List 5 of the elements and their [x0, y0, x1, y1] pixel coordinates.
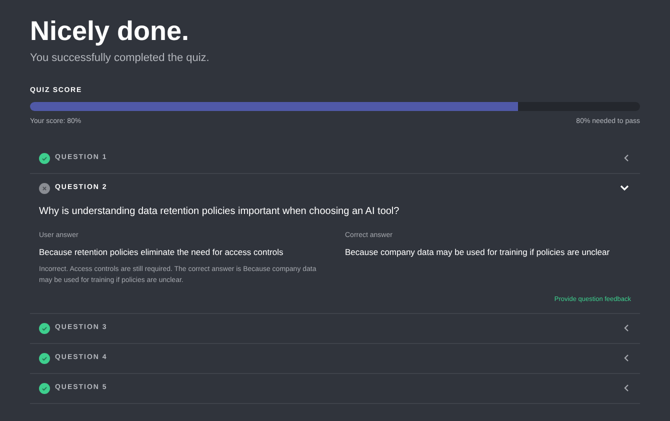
page-title: Nicely done.	[30, 15, 190, 48]
user-answer: Because retention policies eliminate the need for access controls	[39, 246, 284, 259]
correct-answer: Because company data may be used for training if policies are unclear	[345, 246, 611, 259]
subtitle: You successfully completed the quiz.	[30, 51, 210, 66]
question-text: Why is understanding data retention policies important when choosing an AI tool?	[39, 204, 400, 218]
